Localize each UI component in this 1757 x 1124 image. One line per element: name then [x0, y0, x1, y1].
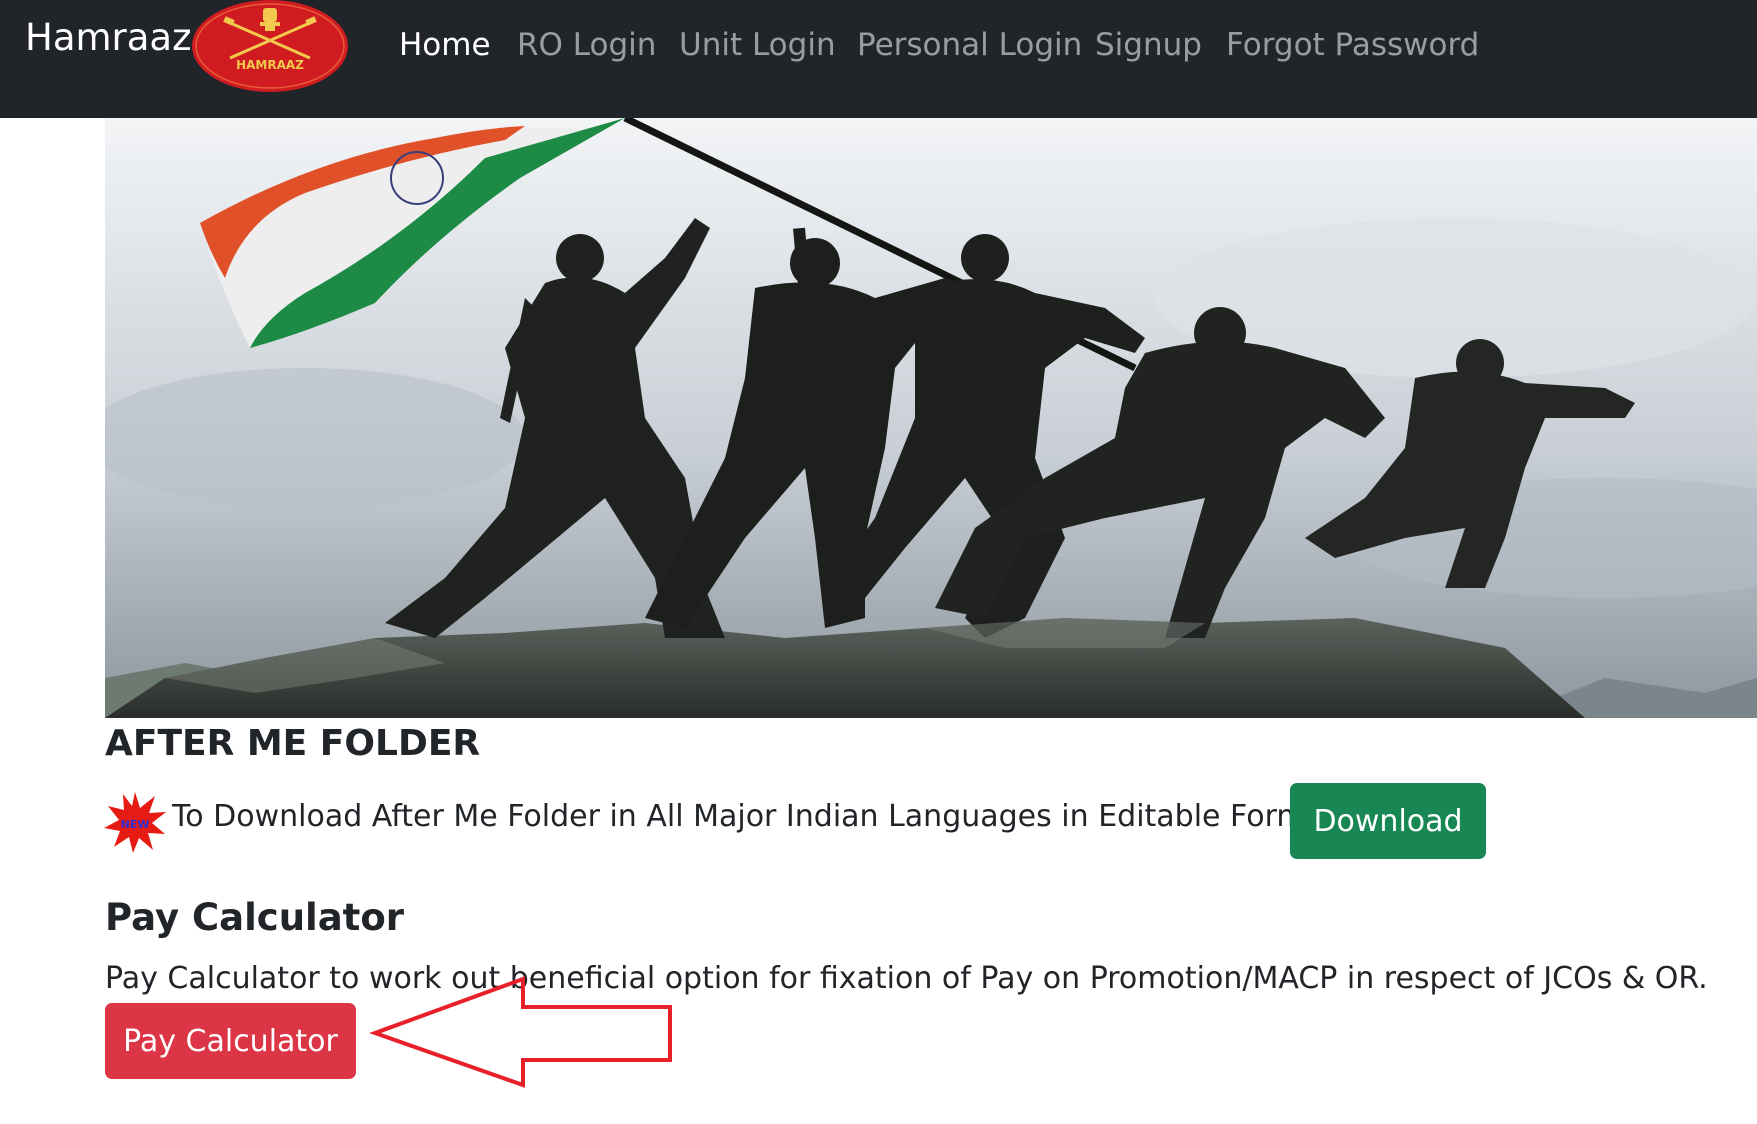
nav-home[interactable]: Home [399, 22, 491, 68]
new-badge-text: NEW [121, 818, 150, 831]
nav-unit-login[interactable]: Unit Login [679, 22, 836, 68]
nav-forgot-password[interactable]: Forgot Password [1226, 22, 1479, 68]
pay-calculator-button[interactable]: Pay Calculator [105, 1003, 356, 1079]
pay-calculator-description: Pay Calculator to work out beneficial op… [105, 961, 1708, 996]
navbar: Hamraaz HAMRAAZ Home RO Login Unit Login… [0, 0, 1757, 118]
nav-ro-login[interactable]: RO Login [517, 22, 656, 68]
soldiers-statue-image [105, 118, 1757, 718]
new-starburst-icon: NEW [104, 792, 166, 853]
download-button[interactable]: Download [1290, 783, 1486, 859]
pay-calculator-title: Pay Calculator [105, 896, 405, 939]
nav-signup[interactable]: Signup [1095, 22, 1202, 68]
after-me-folder-title: AFTER ME FOLDER [105, 723, 481, 764]
nav-personal-login[interactable]: Personal Login [857, 22, 1082, 68]
brand-name[interactable]: Hamraaz [25, 14, 192, 62]
logo-text: HAMRAAZ [236, 58, 304, 72]
hero-image [105, 118, 1757, 718]
after-me-download-text: To Download After Me Folder in All Major… [172, 799, 1336, 834]
left-arrow-annotation-icon [369, 976, 672, 1088]
hamraaz-logo[interactable]: HAMRAAZ [190, 0, 350, 93]
